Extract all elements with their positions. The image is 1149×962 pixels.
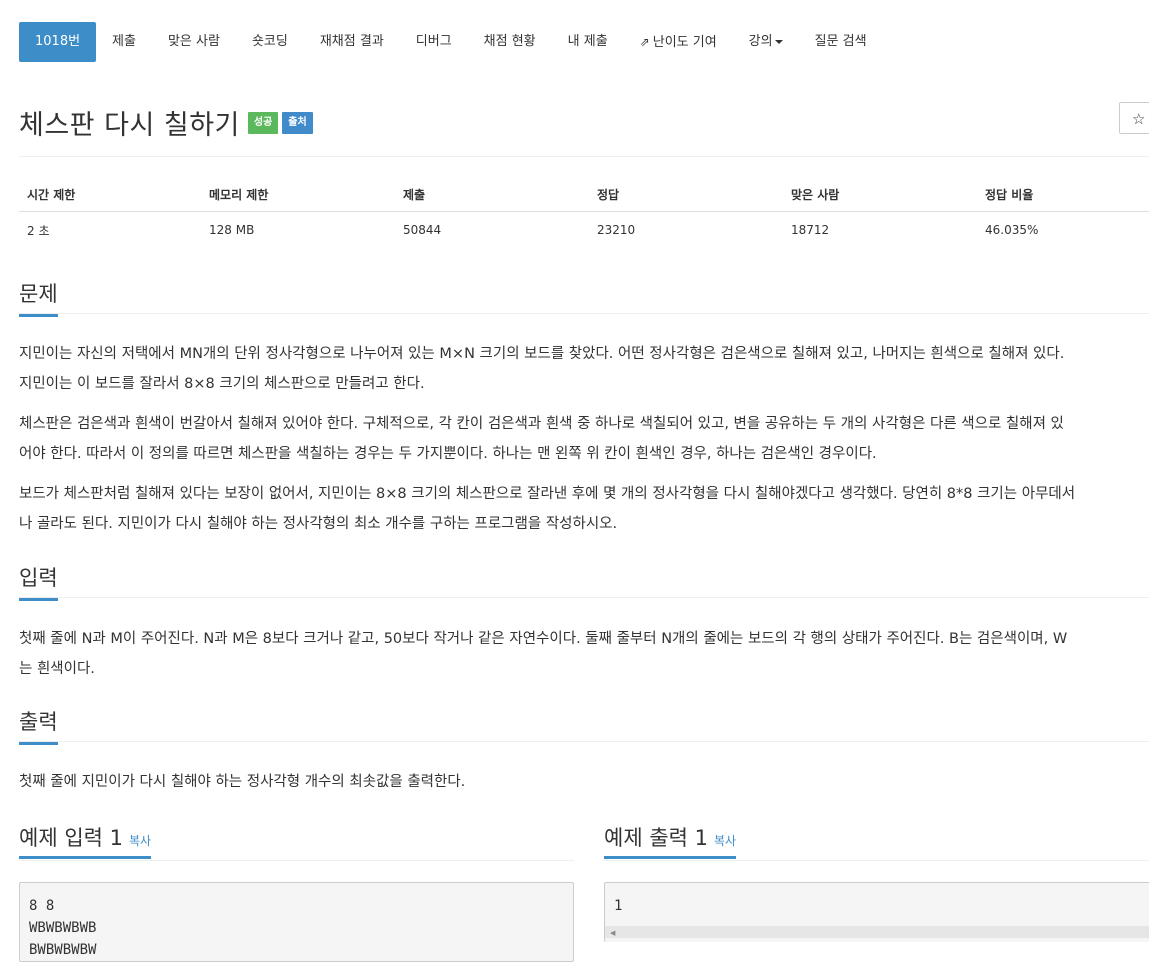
tab-question-search[interactable]: 질문 검색 — [799, 22, 883, 62]
section-divider — [604, 860, 1149, 861]
tab-problem[interactable]: 1018번 — [19, 22, 97, 62]
value-accept-ratio: 46.035% — [985, 223, 1039, 237]
section-divider — [19, 860, 574, 861]
section-divider — [19, 741, 1149, 742]
problem-nav-tabs: 1018번 제출 맞은 사람 숏코딩 재채점 결과 디버그 채점 현황 내 제출… — [19, 22, 883, 62]
tab-rejudge-results[interactable]: 재채점 결과 — [304, 22, 400, 62]
sample-output-header: 예제 출력 1 복사 — [604, 822, 1149, 861]
problem-title-row: 체스판 다시 칠하기 성공 출처 — [19, 103, 313, 142]
output-section-header: 출력 — [19, 706, 1149, 745]
input-line-2: 는 흰색이다. — [19, 661, 95, 677]
problem-info-table: 시간 제한 메모리 제한 제출 정답 맞은 사람 정답 비율 2 초 128 M… — [19, 177, 1149, 248]
tab-solved-users[interactable]: 맞은 사람 — [152, 22, 236, 62]
external-link-icon: ⇗ — [639, 35, 650, 49]
value-submissions: 50844 — [403, 223, 442, 237]
tab-submit[interactable]: 제출 — [96, 22, 152, 62]
header-memory-limit: 메모리 제한 — [201, 177, 395, 212]
output-description: 첫째 줄에 지민이가 다시 칠해야 하는 정사각형 개수의 최솟값을 출력한다. — [19, 774, 466, 790]
sample-input-title: 예제 입력 1 — [19, 826, 123, 850]
description-section-header: 문제 — [19, 278, 1149, 317]
input-line-1: 첫째 줄에 N과 M이 주어진다. N과 M은 8보다 크거나 같고, 50보다… — [19, 631, 1068, 647]
star-icon: ☆ — [1132, 110, 1146, 128]
scroll-left-icon[interactable]: ◀ — [610, 929, 615, 937]
copy-input-button[interactable]: 복사 — [129, 834, 151, 848]
header-solved-users: 맞은 사람 — [783, 177, 977, 212]
copy-output-button[interactable]: 복사 — [714, 834, 736, 848]
tab-lectures-label: 강의 — [748, 34, 773, 49]
description-line-3: 체스판은 검은색과 흰색이 번갈아서 칠해져 있어야 한다. 구체적으로, 각 … — [19, 416, 1064, 432]
tab-short-coding[interactable]: 숏코딩 — [236, 22, 304, 62]
sample-input-header: 예제 입력 1 복사 — [19, 822, 574, 861]
input-heading: 입력 — [19, 562, 58, 601]
output-heading: 출력 — [19, 706, 58, 745]
sample-input-box[interactable]: 8 8 WBWBWBWB BWBWBWBW — [19, 882, 574, 962]
value-time-limit: 2 초 — [27, 223, 50, 238]
title-divider — [19, 156, 1149, 157]
section-divider — [19, 313, 1149, 314]
tab-status[interactable]: 채점 현황 — [468, 22, 552, 62]
page-title: 체스판 다시 칠하기 — [19, 110, 240, 141]
sample-output-title: 예제 출력 1 — [604, 826, 708, 850]
header-accepted: 정답 — [589, 177, 783, 212]
table-row: 2 초 128 MB 50844 23210 18712 46.035% — [19, 212, 1149, 249]
tab-lectures-dropdown[interactable]: 강의 — [733, 22, 799, 62]
description-heading: 문제 — [19, 278, 58, 317]
description-line-2: 지민이는 이 보드를 잘라서 8×8 크기의 체스판으로 만들려고 한다. — [19, 376, 425, 392]
tab-difficulty-label: 난이도 기여 — [652, 35, 717, 50]
status-badge-success: 성공 — [247, 111, 279, 134]
caret-down-icon — [774, 39, 783, 44]
source-badge[interactable]: 출처 — [282, 111, 313, 134]
section-divider — [19, 597, 1149, 598]
sample-output-heading: 예제 출력 1 복사 — [604, 822, 737, 859]
tab-difficulty-contribution[interactable]: ⇗ 난이도 기여 — [624, 22, 733, 62]
tab-debug[interactable]: 디버그 — [400, 22, 468, 62]
horizontal-scrollbar[interactable]: ◀ — [605, 926, 1149, 938]
header-accept-ratio: 정답 비율 — [977, 177, 1149, 212]
sample-input-heading: 예제 입력 1 복사 — [19, 822, 152, 859]
value-solved-users: 18712 — [791, 223, 830, 237]
value-memory-limit: 128 MB — [209, 223, 255, 237]
favorite-star-button[interactable]: ☆ — [1119, 102, 1149, 134]
description-line-6: 나 골라도 된다. 지민이가 다시 칠해야 하는 정사각형의 최소 개수를 구하… — [19, 516, 618, 532]
description-line-5: 보드가 체스판처럼 칠해져 있다는 보장이 없어서, 지민이는 8×8 크기의 … — [19, 486, 1076, 502]
value-accepted: 23210 — [597, 223, 636, 237]
header-time-limit: 시간 제한 — [19, 177, 201, 212]
input-section-header: 입력 — [19, 562, 1149, 601]
tab-my-submissions[interactable]: 내 제출 — [552, 22, 624, 62]
table-header-row: 시간 제한 메모리 제한 제출 정답 맞은 사람 정답 비율 — [19, 177, 1149, 212]
header-submissions: 제출 — [395, 177, 589, 212]
description-line-1: 지민이는 자신의 저택에서 MN개의 단위 정사각형으로 나누어져 있는 M×N… — [19, 346, 1065, 362]
description-line-4: 어야 한다. 따라서 이 정의를 따르면 체스판을 색칠하는 경우는 두 가지뿐… — [19, 446, 877, 462]
